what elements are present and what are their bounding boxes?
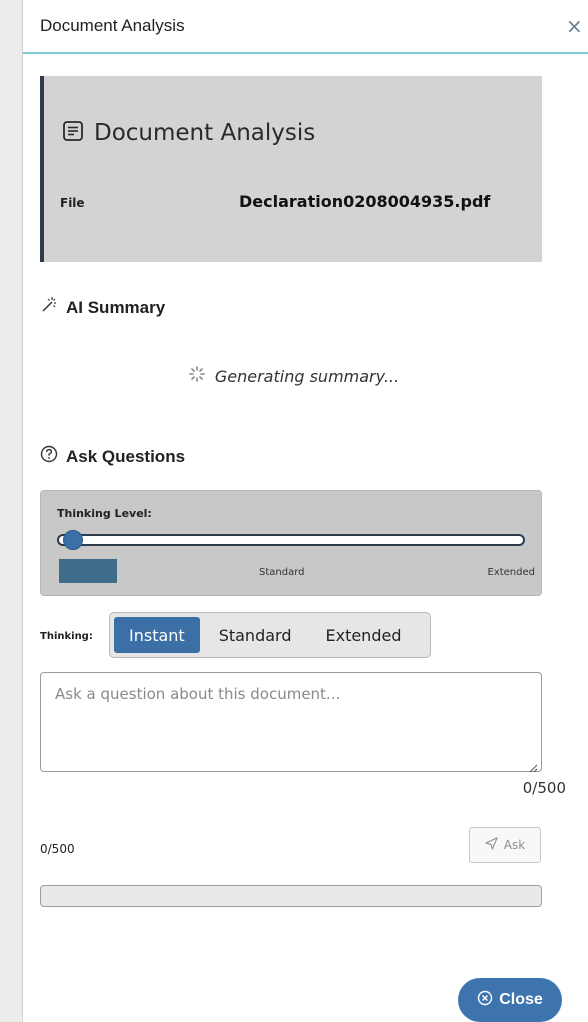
ask-questions-heading: Ask Questions (40, 445, 185, 468)
close-button-label: Close (499, 991, 543, 1008)
thinking-level-label: Thinking Level: (57, 507, 152, 520)
char-counter: 0/500 (522, 779, 566, 797)
slider-tick-standard: Standard (259, 567, 305, 578)
ask-button-label: Ask (503, 838, 526, 852)
close-icon[interactable]: × (566, 14, 588, 38)
question-input[interactable] (40, 672, 542, 772)
summary-status-text: Generating summary... (214, 366, 400, 386)
ask-button[interactable]: Ask (469, 827, 541, 863)
thinking-mode-selector: Instant Standard Extended (109, 612, 431, 658)
close-circle-icon (477, 990, 493, 1011)
resize-handle-icon[interactable] (528, 758, 538, 773)
document-info-card: Document Analysis File Declaration020800… (40, 76, 542, 262)
close-button[interactable]: Close (458, 978, 562, 1022)
ask-questions-heading-text: Ask Questions (66, 446, 186, 466)
mode-instant-button[interactable]: Instant (114, 617, 200, 653)
document-icon (62, 120, 84, 146)
send-icon (485, 837, 498, 853)
magic-wand-icon (40, 296, 58, 319)
slider-instant-marker (59, 559, 117, 583)
answer-progress-bar (40, 885, 542, 907)
mode-extended-button[interactable]: Extended (310, 617, 416, 653)
mode-standard-button[interactable]: Standard (204, 617, 307, 653)
file-label: File (60, 196, 85, 210)
panel-header: Document Analysis × (23, 0, 588, 54)
summary-status: Generating summary... (0, 366, 588, 386)
card-title: Document Analysis (94, 120, 316, 146)
spinner-icon (189, 366, 205, 386)
help-circle-icon (40, 445, 58, 468)
slider-thumb[interactable] (63, 530, 83, 550)
slider-tick-extended: Extended (487, 567, 536, 578)
ai-summary-heading-text: AI Summary (66, 297, 166, 317)
thinking-level-box: Thinking Level: Standard Extended (40, 490, 542, 596)
thinking-mode-label: Thinking: (40, 631, 93, 642)
char-counter-secondary: 0/500 (40, 842, 75, 856)
card-title-row: Document Analysis (62, 120, 315, 146)
panel-title: Document Analysis (40, 16, 185, 35)
ai-summary-heading: AI Summary (40, 296, 165, 319)
thinking-level-slider[interactable] (57, 534, 525, 546)
file-name: Declaration0208004935.pdf (239, 192, 491, 211)
